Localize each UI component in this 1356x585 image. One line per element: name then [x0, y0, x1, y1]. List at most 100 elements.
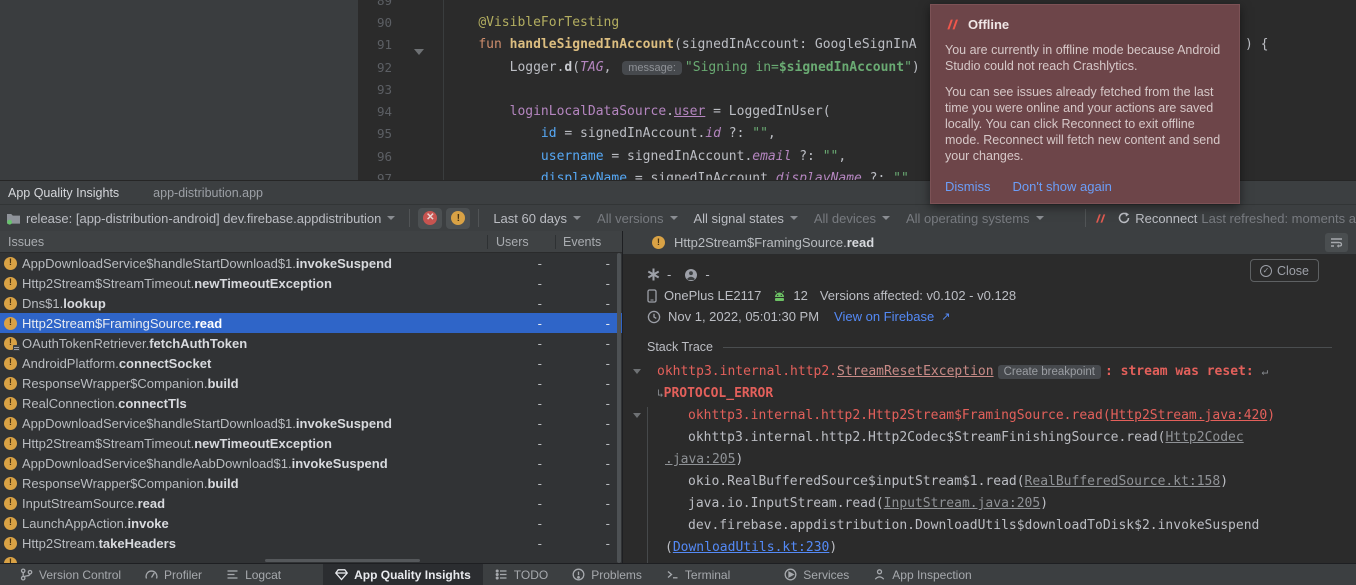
filter-all-operating-systems[interactable]: All operating systems — [906, 211, 1044, 226]
horizontal-scrollbar[interactable] — [265, 559, 420, 562]
stack-text: PROTOCOL_ERROR — [664, 386, 774, 401]
code-token: , — [604, 60, 620, 75]
issue-row[interactable]: !ResponseWrapper$Companion.build-- — [0, 373, 622, 393]
issue-row[interactable]: !InputStreamSource.read-- — [0, 493, 622, 513]
code-token: , — [838, 149, 846, 164]
soft-wrap-toggle[interactable] — [1325, 233, 1348, 252]
code-token — [447, 104, 510, 119]
stack-file-link[interactable]: RealBufferedSource.kt:158 — [1025, 474, 1221, 489]
code-token: = signedInAccount — [604, 149, 745, 164]
filter-all-signal-states[interactable]: All signal states — [694, 211, 798, 226]
chevron-down-icon — [573, 216, 581, 220]
events-count: - — [555, 356, 622, 371]
warning-icon: ! — [4, 517, 17, 530]
reconnect-button[interactable]: Reconnect — [1117, 211, 1197, 226]
event-date: Nov 1, 2022, 05:01:30 PM — [668, 309, 819, 324]
issue-row[interactable]: !Http2Stream$StreamTimeout.newTimeoutExc… — [0, 433, 622, 453]
users-count: - — [487, 256, 555, 271]
toolwindow-button-logcat[interactable]: Logcat — [214, 564, 293, 585]
warning-icon: ! — [4, 437, 17, 450]
issue-class: AppDownloadService$handleAabDownload$1. — [22, 456, 292, 471]
issue-row[interactable]: !AndroidPlatform.connectSocket-- — [0, 353, 622, 373]
code-token: user — [674, 104, 705, 119]
users-count: - — [487, 396, 555, 411]
warning-icon: ! — [4, 357, 17, 370]
issue-row[interactable]: !RealConnection.connectTls-- — [0, 393, 622, 413]
issue-row[interactable]: !AppDownloadService$handleStartDownload$… — [0, 413, 622, 433]
stack-file-link[interactable]: Http2Codec — [1165, 430, 1243, 445]
stack-frame: ↳PROTOCOL_ERROR — [647, 383, 1356, 405]
issue-method: newTimeoutException — [194, 436, 332, 451]
fold-arrow-icon[interactable] — [414, 49, 424, 55]
logcat-icon — [226, 568, 239, 581]
toolwindow-button-terminal[interactable]: Terminal — [654, 564, 742, 585]
toolwindow-button-profiler[interactable]: Profiler — [133, 564, 214, 585]
issue-row[interactable]: !Http2Stream$FramingSource.read-- — [0, 313, 622, 333]
issue-row[interactable]: !Dns$1.lookup-- — [0, 293, 622, 313]
stack-file-link[interactable]: StreamResetException — [837, 364, 994, 379]
dismiss-link[interactable]: Dismiss — [945, 179, 991, 194]
stack-file-link[interactable]: .java:205 — [665, 452, 735, 467]
fold-arrow-icon[interactable] — [633, 413, 641, 418]
issue-row[interactable]: !AppDownloadService$handleStartDownload$… — [0, 253, 622, 273]
stack-file-link[interactable]: Http2Stream.java:420 — [1111, 408, 1268, 423]
stack-text: : stream was reset: — [1105, 364, 1262, 379]
problems-icon — [572, 568, 585, 581]
filter-last-60-days[interactable]: Last 60 days — [493, 211, 581, 226]
issues-list: !AppDownloadService$handleStartDownload$… — [0, 253, 622, 563]
module-folder-icon — [6, 211, 21, 225]
column-users: Users — [487, 235, 555, 249]
stack-frame: okio.RealBufferedSource$inputStream$1.re… — [647, 471, 1356, 493]
toolwindow-button-version-control[interactable]: Version Control — [8, 564, 133, 585]
filter-all-versions[interactable]: All versions — [597, 211, 677, 226]
issue-method: invokeSuspend — [296, 416, 392, 431]
code-token — [447, 60, 510, 75]
panel-title: App Quality Insights — [8, 186, 119, 200]
popup-title: Offline — [968, 17, 1009, 32]
filter-label: Last 60 days — [493, 211, 567, 226]
issue-class: RealConnection. — [22, 396, 118, 411]
issue-row[interactable]: !AppDownloadService$handleAabDownload$1.… — [0, 453, 622, 473]
issue-class: InputStreamSource. — [22, 496, 138, 511]
tab-app-distribution[interactable]: app-distribution.app — [153, 186, 263, 200]
chevron-down-icon — [670, 216, 678, 220]
create-breakpoint-hint[interactable]: Create breakpoint — [998, 365, 1101, 379]
users-count: - — [487, 436, 555, 451]
stack-file-link[interactable]: DownloadUtils.kt:230 — [673, 540, 830, 555]
issue-row[interactable]: !Http2Stream.takeHeaders-- — [0, 533, 622, 553]
issue-row[interactable]: !ResponseWrapper$Companion.build-- — [0, 473, 622, 493]
issue-row[interactable]: !LaunchAppAction.invoke-- — [0, 513, 622, 533]
stack-text: ) — [1220, 474, 1228, 489]
code-token: = signedInAccount — [557, 126, 698, 141]
issue-row[interactable]: !OAuthTokenRetriever.fetchAuthToken-- — [0, 333, 622, 353]
fatal-filter-toggle[interactable]: ✕ — [418, 208, 442, 229]
toolwindow-button-services[interactable]: Services — [772, 564, 861, 585]
toolwindow-button-app-quality-insights[interactable]: App Quality Insights — [323, 564, 483, 585]
issue-class: ResponseWrapper$Companion. — [22, 476, 207, 491]
issue-row[interactable]: !Http2Stream$StreamTimeout.newTimeoutExc… — [0, 273, 622, 293]
issue-class: LaunchAppAction. — [22, 516, 128, 531]
stack-trace-label: Stack Trace — [647, 340, 713, 354]
view-on-firebase-link[interactable]: View on Firebase — [834, 309, 934, 324]
toolwindow-label: App Inspection — [892, 568, 971, 582]
line-number: 94 — [358, 104, 392, 119]
close-issue-button[interactable]: ✓ Close — [1250, 259, 1319, 282]
release-selector[interactable]: release: [app-distribution-android] dev.… — [6, 211, 395, 226]
non-fatal-filter-toggle[interactable]: ! — [446, 208, 470, 229]
toolwindow-button-todo[interactable]: TODO — [483, 564, 560, 585]
warning-icon: ! — [4, 397, 17, 410]
line-number: 93 — [358, 82, 392, 97]
toolwindow-button-app-inspection[interactable]: App Inspection — [861, 564, 983, 585]
popup-paragraph-1: You are currently in offline mode becaus… — [945, 42, 1225, 74]
vertical-scrollbar[interactable] — [617, 253, 621, 563]
toolwindow-button-problems[interactable]: Problems — [560, 564, 654, 585]
filter-all-devices[interactable]: All devices — [814, 211, 890, 226]
stack-frame: dev.firebase.appdistribution.DownloadUti… — [647, 515, 1356, 537]
fold-arrow-icon[interactable] — [633, 369, 641, 374]
stack-text: ( — [665, 540, 673, 555]
events-count: - — [555, 516, 622, 531]
code-token: ?: — [791, 149, 822, 164]
stack-file-link[interactable]: InputStream.java:205 — [884, 496, 1041, 511]
code-token: = LoggedInUser( — [705, 104, 830, 119]
dont-show-again-link[interactable]: Don't show again — [1013, 179, 1112, 194]
